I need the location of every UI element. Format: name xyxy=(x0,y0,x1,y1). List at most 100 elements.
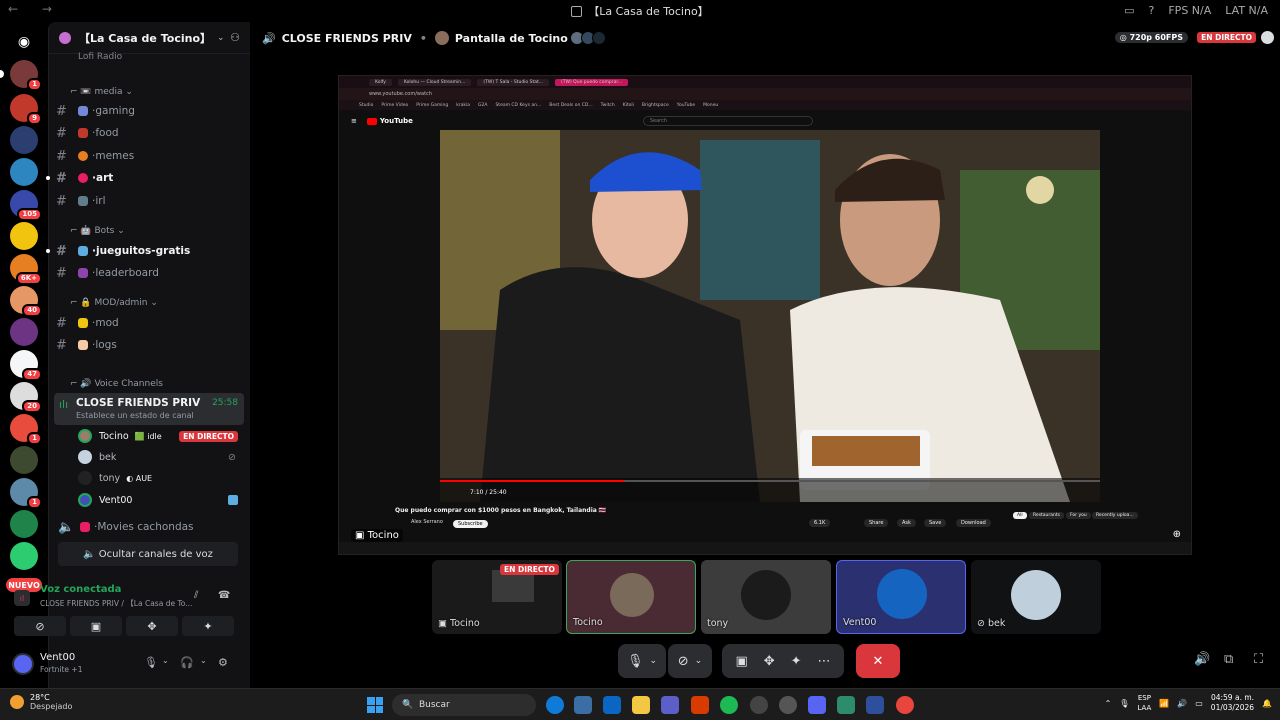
participant-tile[interactable]: EN DIRECTO ▣ Tocino xyxy=(432,560,562,634)
camera-off-button[interactable]: ⊘ xyxy=(14,616,66,636)
server-icon[interactable] xyxy=(10,158,38,186)
server-icon[interactable] xyxy=(10,318,38,346)
folder-icon[interactable] xyxy=(632,696,650,714)
voice-user[interactable]: Tocino 🟩 idle EN DIRECTO xyxy=(78,426,244,446)
screen-share-button[interactable]: ▣ xyxy=(70,616,122,636)
voice-user[interactable]: Vent00 xyxy=(78,490,244,510)
category-media[interactable]: ⌐ 📼 media ⌄ xyxy=(70,87,133,97)
volume-icon[interactable]: 🔊 xyxy=(1194,652,1210,667)
chevron-down-icon[interactable]: ⌄ xyxy=(200,656,207,665)
channel-logs[interactable]: # · logs xyxy=(56,335,244,355)
chevron-down-icon[interactable]: ⌄ xyxy=(162,656,169,665)
channel-food[interactable]: # · food xyxy=(56,123,244,143)
discord-home-icon[interactable]: ◉ xyxy=(10,28,38,56)
discord-icon[interactable] xyxy=(808,696,826,714)
windows-start-icon[interactable] xyxy=(367,697,383,713)
voice-channel-active[interactable]: ılı CLOSE FRIENDS PRIV 25:58 Establece u… xyxy=(54,393,244,425)
steam-icon[interactable] xyxy=(750,696,768,714)
app-icon[interactable] xyxy=(837,696,855,714)
channel-irl[interactable]: # · irl xyxy=(56,191,244,211)
category-bots[interactable]: ⌐ 🤖 Bots ⌄ xyxy=(70,226,125,236)
weather-widget[interactable]: 28°C Despejado xyxy=(10,693,72,711)
activities-icon[interactable]: ✥ xyxy=(764,654,775,669)
microphone-tray-icon[interactable]: 🎙 xyxy=(1119,699,1129,708)
stream-quality-badge[interactable]: ◎ 720p 60FPS xyxy=(1114,32,1188,43)
channel-partial[interactable]: Lofi Radio xyxy=(78,47,266,67)
clock[interactable]: 04:59 a. m. 01/03/2026 xyxy=(1211,693,1254,713)
participant-tile[interactable]: Vent00 xyxy=(836,560,966,634)
chrome-icon[interactable] xyxy=(896,696,914,714)
channel-jueguitos-gratis[interactable]: # · jueguitos-gratis xyxy=(46,241,244,261)
viewer-avatars[interactable] xyxy=(569,31,606,45)
user-name[interactable]: Vent00 xyxy=(40,652,75,663)
server-icon[interactable]: 40 xyxy=(10,286,42,317)
add-server-icon[interactable] xyxy=(10,542,38,570)
microphone-icon[interactable]: 🎙 xyxy=(144,656,158,669)
end-call-button[interactable]: ✕ xyxy=(856,644,900,678)
inbox-icon[interactable]: ▭ xyxy=(1124,4,1134,17)
screen-share-icon[interactable]: ▣ xyxy=(735,654,747,669)
zoom-icon[interactable]: ⊕ xyxy=(1173,529,1181,540)
stream-view[interactable]: Kolfy Kolohu — Cloud Streamin... (TW) T … xyxy=(338,75,1192,555)
voice-user[interactable]: tony ◐ AUE xyxy=(78,468,244,488)
edge-icon[interactable] xyxy=(546,696,564,714)
notification-icon[interactable]: 🔔 xyxy=(1262,699,1272,708)
participant-tile[interactable]: ⊘ bek xyxy=(971,560,1101,634)
server-icon[interactable]: 1 xyxy=(0,60,42,91)
fullscreen-icon[interactable]: ⛶ xyxy=(1254,652,1263,667)
store-icon[interactable] xyxy=(574,696,592,714)
channel-art[interactable]: # · art xyxy=(46,168,244,188)
server-icon[interactable]: 9 xyxy=(10,94,42,125)
server-icon[interactable]: 20 xyxy=(10,382,42,413)
more-icon[interactable]: ⋯ xyxy=(818,654,831,669)
speaker-icon[interactable]: 🔊 xyxy=(1177,699,1187,708)
server-icon[interactable]: 47 xyxy=(10,350,42,381)
gear-icon[interactable]: ⚙ xyxy=(218,656,228,669)
hide-voice-channels-button[interactable]: 🔈 Ocultar canales de voz xyxy=(58,542,238,566)
spotify-icon[interactable] xyxy=(720,696,738,714)
camera-button[interactable]: ⊘ ⌄ xyxy=(668,644,712,678)
server-icon[interactable]: 1 xyxy=(10,414,42,445)
voice-channel-movies[interactable]: 🔈 · Movies cachondas xyxy=(58,517,246,537)
disconnect-icon[interactable]: ☎ xyxy=(218,590,230,601)
invite-icon[interactable]: ⚇ xyxy=(230,31,240,44)
office-icon[interactable] xyxy=(691,696,709,714)
server-icon[interactable] xyxy=(10,510,38,538)
voice-user[interactable]: bek ⊘ xyxy=(78,447,244,467)
channel-leaderboard[interactable]: # · leaderboard xyxy=(56,263,244,283)
participant-tile[interactable]: tony xyxy=(701,560,831,634)
battery-icon[interactable]: ▭ xyxy=(1195,699,1203,708)
category-mod[interactable]: ⌐ 🔒 MOD/admin ⌄ xyxy=(70,298,158,308)
help-icon[interactable]: ? xyxy=(1149,4,1155,17)
channel-mod[interactable]: # · mod xyxy=(56,313,244,333)
activities-button[interactable]: ✥ xyxy=(126,616,178,636)
signal-icon[interactable]: ıl xyxy=(14,590,30,606)
channel-memes[interactable]: # · memes xyxy=(56,146,244,166)
server-icon[interactable]: 6K+ xyxy=(10,254,42,285)
chevron-up-icon[interactable]: ⌃ xyxy=(1105,699,1112,708)
teams-icon[interactable] xyxy=(661,696,679,714)
server-icon[interactable]: 105 xyxy=(10,190,42,221)
participant-tile[interactable]: Tocino xyxy=(566,560,696,634)
server-icon[interactable]: 1 xyxy=(10,478,42,509)
avatar[interactable] xyxy=(12,653,34,675)
headphones-icon[interactable]: 🎧 xyxy=(180,656,194,669)
app-icon[interactable] xyxy=(779,696,797,714)
nav-arrows[interactable]: ← → xyxy=(8,2,62,16)
server-icon[interactable] xyxy=(10,126,38,154)
server-icon[interactable] xyxy=(10,446,38,474)
category-voice[interactable]: ⌐ 🔊 Voice Channels xyxy=(70,379,163,389)
taskbar-search[interactable]: 🔍 Buscar xyxy=(392,694,536,716)
voice-connected-subtitle[interactable]: CLOSE FRIENDS PRIV / 【La Casa de To... xyxy=(40,598,192,609)
voice-channel-status[interactable]: Establece un estado de canal xyxy=(76,411,194,420)
server-icon[interactable] xyxy=(10,222,38,250)
audio-app-icon[interactable] xyxy=(866,696,884,714)
soundboard-button[interactable]: ✦ xyxy=(182,616,234,636)
outlook-icon[interactable] xyxy=(603,696,621,714)
popout-icon[interactable]: ⧉ xyxy=(1224,652,1233,667)
microphone-button[interactable]: 🎙 ⌄ xyxy=(618,644,666,678)
noise-suppression-icon[interactable]: ⫽ xyxy=(194,590,198,601)
channel-gaming[interactable]: # · gaming xyxy=(56,101,244,121)
soundboard-icon[interactable]: ✦ xyxy=(791,654,802,669)
wifi-icon[interactable]: 📶 xyxy=(1159,699,1169,708)
